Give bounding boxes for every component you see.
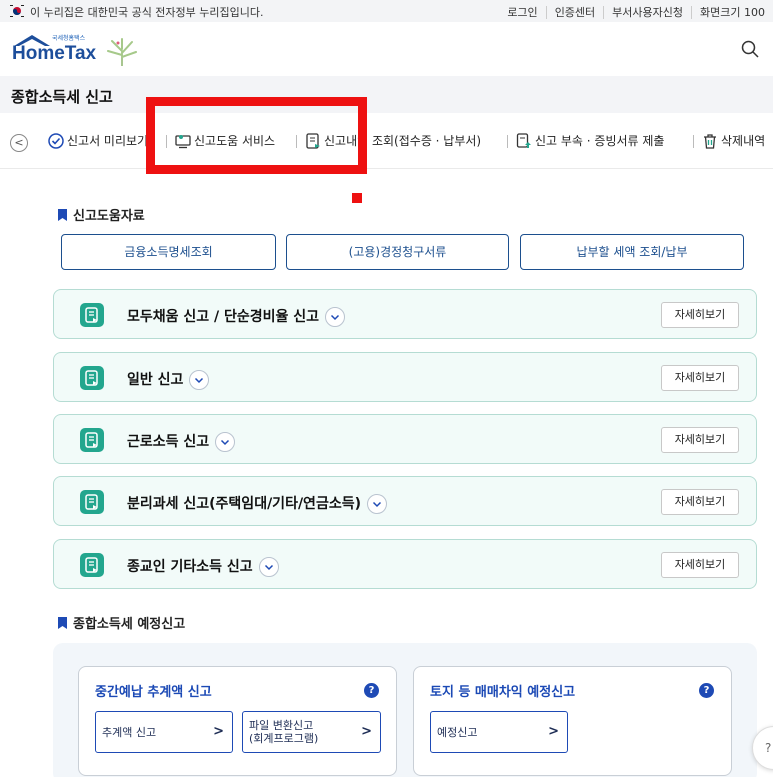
- trash-icon: [704, 133, 716, 149]
- document-upload-icon: [516, 132, 531, 148]
- tab-deleted[interactable]: 삭제내역: [702, 132, 765, 149]
- details-button[interactable]: 자세히보기: [661, 552, 739, 578]
- chevron-down-icon[interactable]: [258, 557, 279, 577]
- chevron-down-icon[interactable]: [325, 307, 346, 327]
- file-convert-filing-button[interactable]: 파일 변환신고 (회계프로그램) >: [242, 711, 381, 753]
- chevron-right-icon: >: [361, 724, 372, 739]
- screen-size-link[interactable]: 화면크기 100: [691, 6, 773, 19]
- document-icon: [80, 553, 104, 577]
- document-icon: [80, 490, 104, 514]
- card-title: 토지 등 매매차익 예정신고: [430, 685, 576, 700]
- search-icon[interactable]: [741, 40, 759, 58]
- details-button[interactable]: 자세히보기: [661, 302, 739, 328]
- help-icon[interactable]: ?: [699, 683, 714, 698]
- details-button[interactable]: 자세히보기: [661, 427, 739, 453]
- dept-user-link[interactable]: 부서사용자신청: [603, 6, 692, 19]
- check-circle-icon: [48, 132, 64, 149]
- plant-decoration-icon: [107, 38, 137, 66]
- gov-banner: 이 누리집은 대한민국 공식 전자정부 누리집입니다. 로그인 인증센터 부서사용자…: [0, 0, 773, 22]
- accordion-religious-income[interactable]: 종교인 기타소득 신고 자세히보기: [53, 539, 757, 589]
- help-icon[interactable]: ?: [364, 683, 379, 698]
- chevron-down-icon[interactable]: [215, 432, 236, 452]
- help-section-title: 신고도움자료: [58, 205, 145, 224]
- land-sale-card: 토지 등 매매차익 예정신고 ? 예정신고 >: [413, 666, 732, 776]
- estimated-filing-button[interactable]: 추계액 신고 >: [95, 711, 233, 753]
- accordion-general-filing[interactable]: 일반 신고 자세히보기: [53, 352, 757, 402]
- chevron-right-icon: >: [548, 724, 559, 739]
- prelim-filing-button[interactable]: 예정신고 >: [430, 711, 568, 753]
- cert-center-link[interactable]: 인증센터: [545, 6, 604, 19]
- bookmark-icon: [58, 616, 67, 629]
- gov-notice: 이 누리집은 대한민국 공식 전자정부 누리집입니다.: [30, 6, 264, 19]
- document-icon: [80, 303, 104, 327]
- korea-flag-icon: [10, 5, 24, 17]
- service-tabs: < 신고서 미리보기 신고도움 서비스 신고내역 조회(접수증 · 납부서) 신…: [0, 113, 773, 169]
- chevron-right-icon: >: [213, 724, 224, 739]
- login-link[interactable]: 로그인: [499, 6, 545, 19]
- site-header: 국세청홈택스 HomeTax: [0, 22, 773, 76]
- details-button[interactable]: 자세히보기: [661, 365, 739, 391]
- highlight-marker: [352, 193, 362, 203]
- tab-attachments[interactable]: 신고 부속 · 증빙서류 제출: [516, 132, 664, 149]
- accordion-simple-filing[interactable]: 모두채움 신고 / 단순경비율 신고 자세히보기: [53, 289, 757, 339]
- highlight-box: [146, 97, 367, 174]
- interim-prepayment-card: 중간예납 추계액 신고 ? 추계액 신고 > 파일 변환신고 (회계프로그램) >: [78, 666, 397, 776]
- chevron-down-icon[interactable]: [366, 494, 387, 514]
- document-icon: [80, 428, 104, 452]
- util-links: 로그인 인증센터 부서사용자신청 화면크기 100: [499, 4, 773, 20]
- correction-docs-button[interactable]: (고용)경정청구서류: [286, 234, 509, 270]
- card-title: 중간예납 추계액 신고: [95, 685, 212, 700]
- chevron-down-icon[interactable]: [189, 370, 210, 390]
- tabs-prev-button[interactable]: <: [10, 134, 28, 152]
- document-icon: [80, 366, 104, 390]
- hometax-logo[interactable]: 국세청홈택스 HomeTax: [12, 33, 152, 69]
- page-title: 종합소득세 신고: [11, 88, 113, 106]
- bookmark-icon: [58, 208, 67, 221]
- tax-payment-button[interactable]: 납부할 세액 조회/납부: [520, 234, 744, 270]
- page-title-bar: 종합소득세 신고: [0, 76, 773, 113]
- tab-preview[interactable]: 신고서 미리보기: [48, 132, 148, 149]
- financial-income-button[interactable]: 금융소득명세조회: [61, 234, 276, 270]
- accordion-separate-taxation[interactable]: 분리과세 신고(주택임대/기타/연금소득) 자세히보기: [53, 476, 757, 526]
- accordion-earned-income[interactable]: 근로소득 신고 자세히보기: [53, 414, 757, 464]
- details-button[interactable]: 자세히보기: [661, 489, 739, 515]
- prelim-section-title: 종합소득세 예정신고: [58, 613, 185, 632]
